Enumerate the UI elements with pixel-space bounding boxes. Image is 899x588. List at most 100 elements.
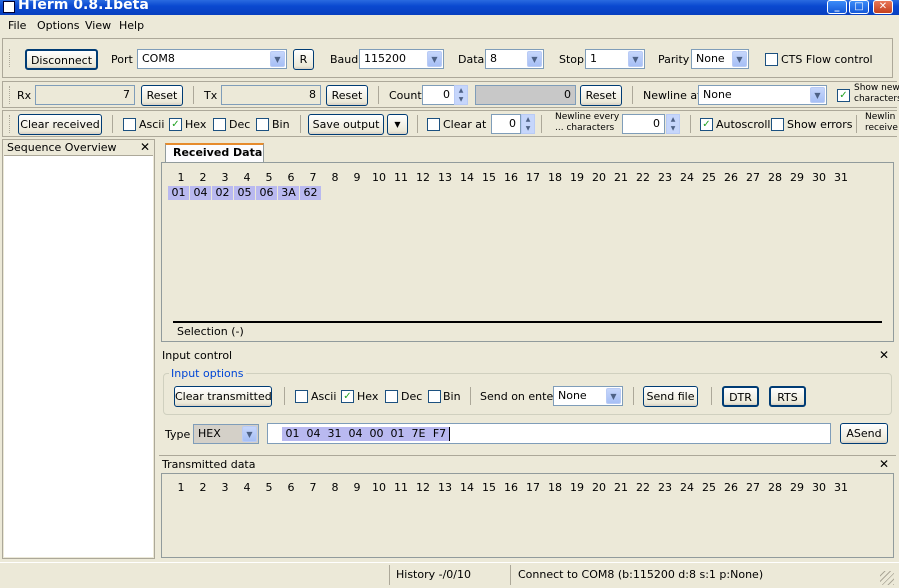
input-type-select[interactable]: HEX ▼ (193, 424, 259, 444)
refresh-ports-button[interactable]: R (293, 49, 314, 70)
port-select[interactable]: COM8 ▼ (137, 49, 287, 69)
transmitted-column-number: 29 (790, 481, 804, 494)
newline-every-input[interactable]: 0 (622, 114, 665, 134)
tx-dec-checkbox[interactable] (385, 390, 398, 403)
clear-at-spinner[interactable]: ▲ ▼ (521, 114, 535, 134)
separator (541, 115, 542, 133)
autoscroll-label: Autoscroll (716, 118, 771, 131)
send-input-field[interactable]: 01 04 31 04 00 01 7E F7 (267, 423, 831, 444)
chevron-down-icon: ▼ (394, 120, 401, 129)
data-bits-select[interactable]: 8 ▼ (485, 49, 544, 69)
receive-options-toolbar: Clear received Ascii ✓ Hex Dec Bin Save … (2, 110, 898, 137)
rx-hex-checkbox[interactable]: ✓ (169, 118, 182, 131)
dtr-button[interactable]: DTR (722, 386, 759, 407)
received-byte[interactable]: 05 (234, 186, 255, 200)
rx-bin-checkbox[interactable] (256, 118, 269, 131)
received-byte[interactable]: 3A (278, 186, 299, 200)
tx-ascii-checkbox[interactable] (295, 390, 308, 403)
menu-view[interactable]: View (85, 19, 111, 32)
selection-divider (173, 321, 882, 323)
menu-options[interactable]: Options (37, 19, 79, 32)
cts-label: CTS Flow control (781, 53, 873, 66)
received-column-number: 3 (221, 171, 229, 184)
transmitted-content[interactable]: 1 2 3 4 5 6 7 8 9 10 11 12 13 14 15 16 17 18 19 20 21 22 23 24 2… (161, 473, 894, 558)
received-byte[interactable]: 01 (168, 186, 189, 200)
maximize-button[interactable]: □ (849, 0, 869, 14)
rx-ascii-label: Ascii (139, 118, 165, 131)
sequence-list[interactable] (4, 155, 153, 557)
input-byte: 04 (303, 427, 324, 441)
cts-checkbox[interactable] (765, 53, 778, 66)
title-bar: HTerm 0.8.1beta _ □ ✕ (0, 0, 899, 15)
rts-button[interactable]: RTS (769, 386, 806, 407)
rx-label: Rx (17, 89, 32, 102)
newline-at-value: None (703, 88, 732, 101)
clear-transmitted-button[interactable]: Clear transmitted (174, 386, 272, 407)
menu-help[interactable]: Help (119, 19, 144, 32)
close-button[interactable]: ✕ (873, 0, 893, 14)
menu-file[interactable]: File (8, 19, 26, 32)
chevron-down-icon: ▼ (606, 388, 621, 404)
transmitted-column-number: 31 (834, 481, 848, 494)
received-byte[interactable]: 62 (300, 186, 321, 200)
resize-grip[interactable] (880, 571, 894, 585)
send-file-button[interactable]: Send file (643, 386, 698, 407)
count-reset-button[interactable]: Reset (580, 85, 622, 106)
clear-at-label: Clear at (443, 118, 487, 131)
transmitted-close-icon[interactable]: ✕ (879, 457, 889, 471)
received-byte[interactable]: 04 (190, 186, 211, 200)
newline-every-spinner[interactable]: ▲ ▼ (666, 114, 680, 134)
transmitted-column-number: 19 (570, 481, 584, 494)
received-column-number: 26 (724, 171, 738, 184)
window-title: HTerm 0.8.1beta (18, 0, 149, 13)
newline-at-select[interactable]: None ▼ (698, 85, 827, 105)
separator (284, 387, 285, 405)
transmitted-column-number: 27 (746, 481, 760, 494)
save-output-dropdown[interactable]: ▼ (387, 114, 408, 135)
received-byte[interactable]: 06 (256, 186, 277, 200)
clear-received-button[interactable]: Clear received (18, 114, 102, 135)
rx-dec-checkbox[interactable] (213, 118, 226, 131)
text-cursor (449, 427, 450, 441)
clear-at-checkbox[interactable] (427, 118, 440, 131)
autoscroll-checkbox[interactable]: ✓ (700, 118, 713, 131)
parity-select[interactable]: None ▼ (691, 49, 749, 69)
transmitted-column-number: 12 (416, 481, 430, 494)
sequence-overview-close-icon[interactable]: ✕ (140, 140, 150, 154)
tx-bin-checkbox[interactable] (428, 390, 441, 403)
received-bytes-row[interactable]: 01 04 02 05 06 3A 62 (168, 186, 868, 202)
tx-bin-label: Bin (443, 390, 461, 403)
rx-reset-button[interactable]: Reset (141, 85, 183, 106)
newline-at-label: Newline at (643, 89, 702, 102)
show-newline-checkbox[interactable]: ✓ (837, 89, 850, 102)
clear-at-input[interactable]: 0 (491, 114, 521, 134)
counters-toolbar: Rx 7 Reset Tx 8 Reset Count 0 ▲ ▼ 0 Reset… (2, 81, 899, 108)
data-bits-value: 8 (490, 52, 497, 65)
send-on-enter-select[interactable]: None ▼ (553, 386, 623, 406)
rx-ascii-checkbox[interactable] (123, 118, 136, 131)
chevron-down-icon: ▼ (628, 51, 643, 67)
transmitted-column-number: 10 (372, 481, 386, 494)
send-on-enter-label: Send on enter (480, 390, 558, 403)
tx-reset-button[interactable]: Reset (326, 85, 368, 106)
send-on-enter-value: None (558, 389, 587, 402)
received-byte[interactable]: 02 (212, 186, 233, 200)
stop-bits-select[interactable]: 1 ▼ (585, 49, 645, 69)
transmitted-column-header: 1 2 3 4 5 6 7 8 9 10 11 12 13 14 15 16 17 18 19 20 21 22 23 24 2… (172, 481, 872, 495)
separator (378, 86, 379, 104)
count-spinner[interactable]: ▲ ▼ (454, 85, 468, 105)
show-errors-checkbox[interactable] (771, 118, 784, 131)
disconnect-button[interactable]: Disconnect (25, 49, 98, 70)
tx-hex-checkbox[interactable]: ✓ (341, 390, 354, 403)
received-column-number: 23 (658, 171, 672, 184)
input-control-close-icon[interactable]: ✕ (879, 348, 889, 362)
transmitted-column-number: 15 (482, 481, 496, 494)
tab-received-data[interactable]: Received Data (165, 143, 264, 163)
baud-select[interactable]: 115200 ▼ (359, 49, 444, 69)
send-button[interactable]: ASend (840, 423, 888, 444)
transmitted-column-number: 28 (768, 481, 782, 494)
save-output-button[interactable]: Save output (308, 114, 384, 135)
selection-status: Selection (-) (177, 325, 244, 338)
minimize-button[interactable]: _ (827, 0, 847, 14)
count-input[interactable]: 0 (422, 85, 455, 105)
